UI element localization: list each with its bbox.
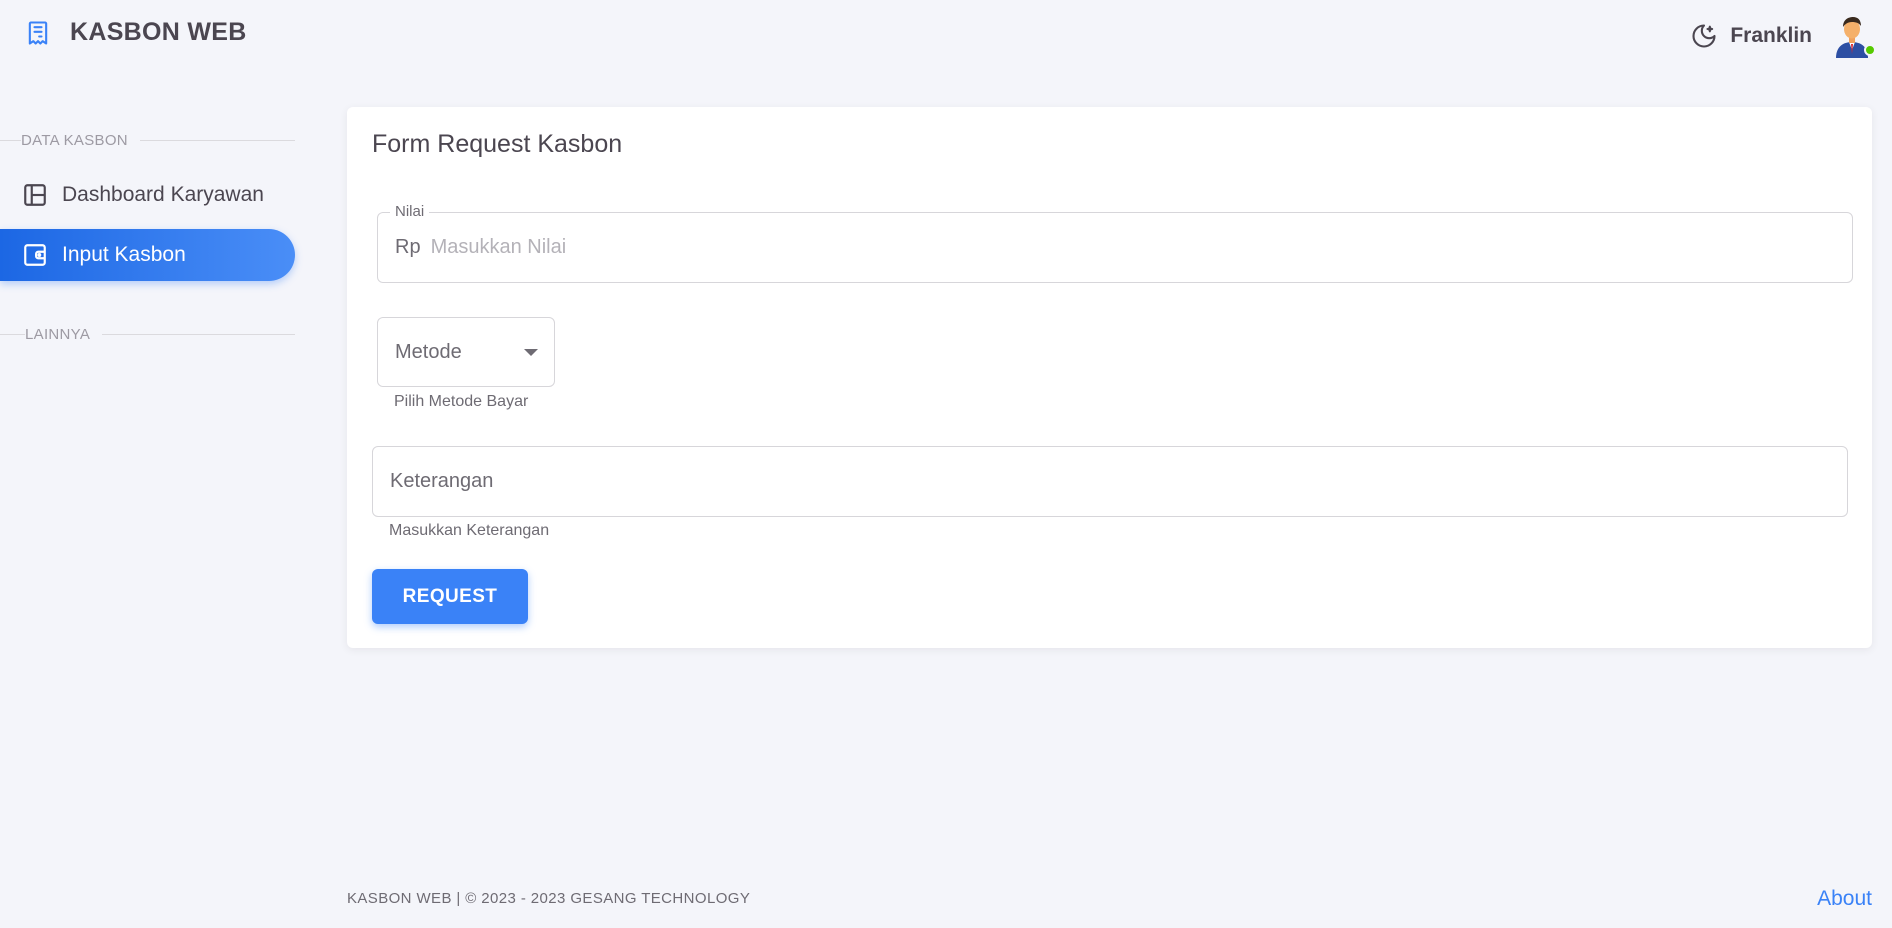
nilai-label: Nilai [390,203,430,220]
layout-icon [24,184,46,206]
metode-helper-text: Pilih Metode Bayar [394,393,529,410]
brand[interactable]: KASBON WEB [24,18,247,47]
divider [0,140,21,141]
footer-copyright: KASBON WEB | © 2023 - 2023 GESANG TECHNO… [347,890,751,907]
section-title: DATA KASBON [21,132,128,149]
section-title: LAINNYA [25,326,91,343]
nilai-input[interactable] [430,236,1731,259]
request-button[interactable]: REQUEST [372,569,528,624]
caret-down-icon [524,348,538,356]
divider [139,140,295,141]
wallet-icon [24,244,46,266]
avatar[interactable] [1830,14,1876,58]
online-status-dot [1864,44,1876,56]
keterangan-input[interactable] [390,470,1790,493]
divider [102,334,295,335]
sidebar-item-label: Input Kasbon [62,243,186,266]
section-header-data-kasbon: DATA KASBON [0,132,295,149]
keterangan-field[interactable] [372,446,1848,517]
receipt-icon [28,20,48,45]
sidebar-item-label: Dashboard Karyawan [62,183,264,206]
section-header-lainnya: LAINNYA [0,326,295,343]
user-area: Franklin [1690,14,1876,58]
brand-title: KASBON WEB [70,18,247,46]
metode-select[interactable]: Metode [377,317,555,387]
about-link[interactable]: About [1817,887,1872,911]
form-title: Form Request Kasbon [372,130,623,158]
keterangan-helper-text: Masukkan Keterangan [389,522,550,539]
metode-select-value: Metode [395,340,462,363]
currency-prefix: Rp [395,236,421,258]
divider [0,334,25,335]
moon-stars-icon[interactable] [1690,22,1718,50]
user-name: Franklin [1730,24,1812,47]
form-card: Form Request Kasbon Nilai Rp Metode Pili… [347,107,1872,648]
sidebar-item-input-kasbon[interactable]: Input Kasbon [0,229,295,281]
sidebar-item-dashboard-karyawan[interactable]: Dashboard Karyawan [0,169,295,221]
nilai-field[interactable]: Nilai Rp [377,203,1853,283]
